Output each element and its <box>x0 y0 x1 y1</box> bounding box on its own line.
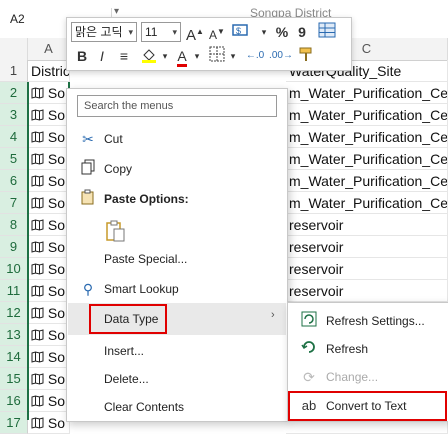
clipboard-icon <box>77 189 99 209</box>
col-header-a[interactable]: A <box>28 38 70 60</box>
context-menu: Search the menus ✂ Cut Copy Paste Option… <box>66 88 288 422</box>
fill-color-icon[interactable] <box>139 46 159 66</box>
row-header[interactable]: 9 <box>0 236 28 258</box>
convert-to-text-icon: ab <box>301 398 317 413</box>
row-header[interactable]: 1 <box>0 60 28 82</box>
cell-waterquality-site[interactable]: m_Water_Purification_Ce <box>286 170 448 192</box>
smart-lookup-icon: ⚲ <box>82 281 94 297</box>
refresh-settings-icon <box>298 311 320 331</box>
italic-button[interactable]: I <box>93 46 111 66</box>
row-header[interactable]: 14 <box>0 346 28 368</box>
selection-outline <box>27 82 70 420</box>
chevron-down-icon: ▾ <box>172 27 177 37</box>
font-color-dropdown-icon[interactable]: ▾ <box>191 46 203 66</box>
cell-waterquality-site[interactable]: m_Water_Purification_Ce <box>286 126 448 148</box>
format-table-icon[interactable] <box>315 22 339 42</box>
svg-text:$: $ <box>236 26 241 36</box>
chevron-right-icon: › <box>271 309 275 321</box>
menu-item-copy[interactable]: Copy <box>104 159 132 179</box>
submenu-item-refresh[interactable]: Refresh <box>326 339 368 359</box>
row-header[interactable]: 3 <box>0 104 28 126</box>
row-header[interactable]: 4 <box>0 126 28 148</box>
font-name-value: 맑은 고딕 <box>75 25 123 39</box>
change-icon: ⟳ <box>303 369 315 385</box>
row-header[interactable]: 2 <box>0 82 28 104</box>
paste-icon[interactable] <box>103 219 129 245</box>
chevron-down-icon: ▾ <box>128 27 133 37</box>
menu-item-data-type[interactable]: Data Type <box>104 309 158 329</box>
font-size-value: 11 <box>145 25 158 39</box>
row-header[interactable]: 6 <box>0 170 28 192</box>
cell-waterquality-site[interactable]: m_Water_Purification_Ce <box>286 104 448 126</box>
row-header[interactable]: 17 <box>0 412 28 434</box>
row-header[interactable]: 10 <box>0 258 28 280</box>
borders-icon[interactable] <box>207 46 227 66</box>
row-header[interactable]: 7 <box>0 192 28 214</box>
refresh-icon <box>298 339 320 359</box>
menu-item-paste-special[interactable]: Paste Special... <box>104 249 187 269</box>
data-type-submenu: Refresh Settings... Refresh ⟳ Change... … <box>287 302 448 422</box>
bold-button[interactable]: B <box>73 46 91 66</box>
search-menus-input[interactable]: Search the menus <box>77 95 277 117</box>
font-size-dropdown[interactable]: 11 ▾ <box>141 22 181 42</box>
font-color-button[interactable]: A <box>173 46 191 67</box>
format-painter-icon[interactable] <box>295 46 317 66</box>
fill-color-dropdown-icon[interactable]: ▾ <box>159 46 171 66</box>
font-color-letter: A <box>177 49 187 67</box>
cell-district-text: District <box>31 63 70 79</box>
copy-icon <box>77 159 99 179</box>
submenu-item-change: Change... <box>326 370 379 384</box>
cell-waterquality-site[interactable]: m_Water_Purification_Ce <box>286 192 448 214</box>
row-header[interactable]: 16 <box>0 390 28 412</box>
percent-style-button[interactable]: % <box>273 22 291 42</box>
cell-waterquality-site[interactable]: reservoir <box>286 280 448 302</box>
name-box-dropdown-icon[interactable]: ▾ <box>114 6 119 17</box>
align-center-icon[interactable]: ≡ <box>113 46 135 66</box>
font-name-dropdown[interactable]: 맑은 고딕 ▾ <box>71 22 137 42</box>
menu-item-insert[interactable]: Insert... <box>104 341 144 361</box>
menu-item-delete[interactable]: Delete... <box>104 369 149 389</box>
menu-item-clear-contents[interactable]: Clear Contents <box>104 397 184 417</box>
accounting-format-icon[interactable]: $ <box>229 22 253 42</box>
menu-item-smart-lookup[interactable]: Smart Lookup <box>104 279 179 299</box>
row-header[interactable]: 15 <box>0 368 28 390</box>
increase-decimal-icon[interactable]: ←.0 <box>243 46 267 66</box>
borders-dropdown-icon[interactable]: ▾ <box>227 46 239 66</box>
comma-style-button[interactable]: 9 <box>293 22 311 42</box>
menu-item-paste-options: Paste Options: <box>104 192 189 206</box>
row-header[interactable]: 12 <box>0 302 28 324</box>
increase-font-size-icon[interactable]: A▲ <box>185 22 205 44</box>
row-header[interactable]: 5 <box>0 148 28 170</box>
decrease-font-size-icon[interactable]: A▼ <box>207 22 227 42</box>
row-header[interactable]: 8 <box>0 214 28 236</box>
decrease-decimal-icon[interactable]: .00→ <box>269 46 293 66</box>
scissors-icon: ✂ <box>82 131 94 147</box>
cell-waterquality-site[interactable]: reservoir <box>286 236 448 258</box>
cell-waterquality-site[interactable]: reservoir <box>286 214 448 236</box>
row-header[interactable]: 11 <box>0 280 28 302</box>
cell-district[interactable]: District <box>28 60 70 82</box>
cell-waterquality-site[interactable]: m_Water_Purification_Ce <box>286 82 448 104</box>
menu-item-cut[interactable]: Cut <box>104 129 123 149</box>
cell-waterquality-site[interactable]: reservoir <box>286 258 448 280</box>
cell-waterquality-site[interactable]: m_Water_Purification_Ce <box>286 148 448 170</box>
mini-toolbar: 맑은 고딕 ▾ 11 ▾ A▲ A▼ $ ▾ % 9 B I ≡ ▾ A ▾ ▾… <box>66 17 352 71</box>
submenu-item-refresh-settings[interactable]: Refresh Settings... <box>326 311 425 331</box>
select-all-corner[interactable] <box>0 38 28 60</box>
row-header[interactable]: 13 <box>0 324 28 346</box>
submenu-item-convert-to-text[interactable]: Convert to Text <box>326 396 406 416</box>
accounting-dropdown-icon[interactable]: ▾ <box>257 22 271 42</box>
